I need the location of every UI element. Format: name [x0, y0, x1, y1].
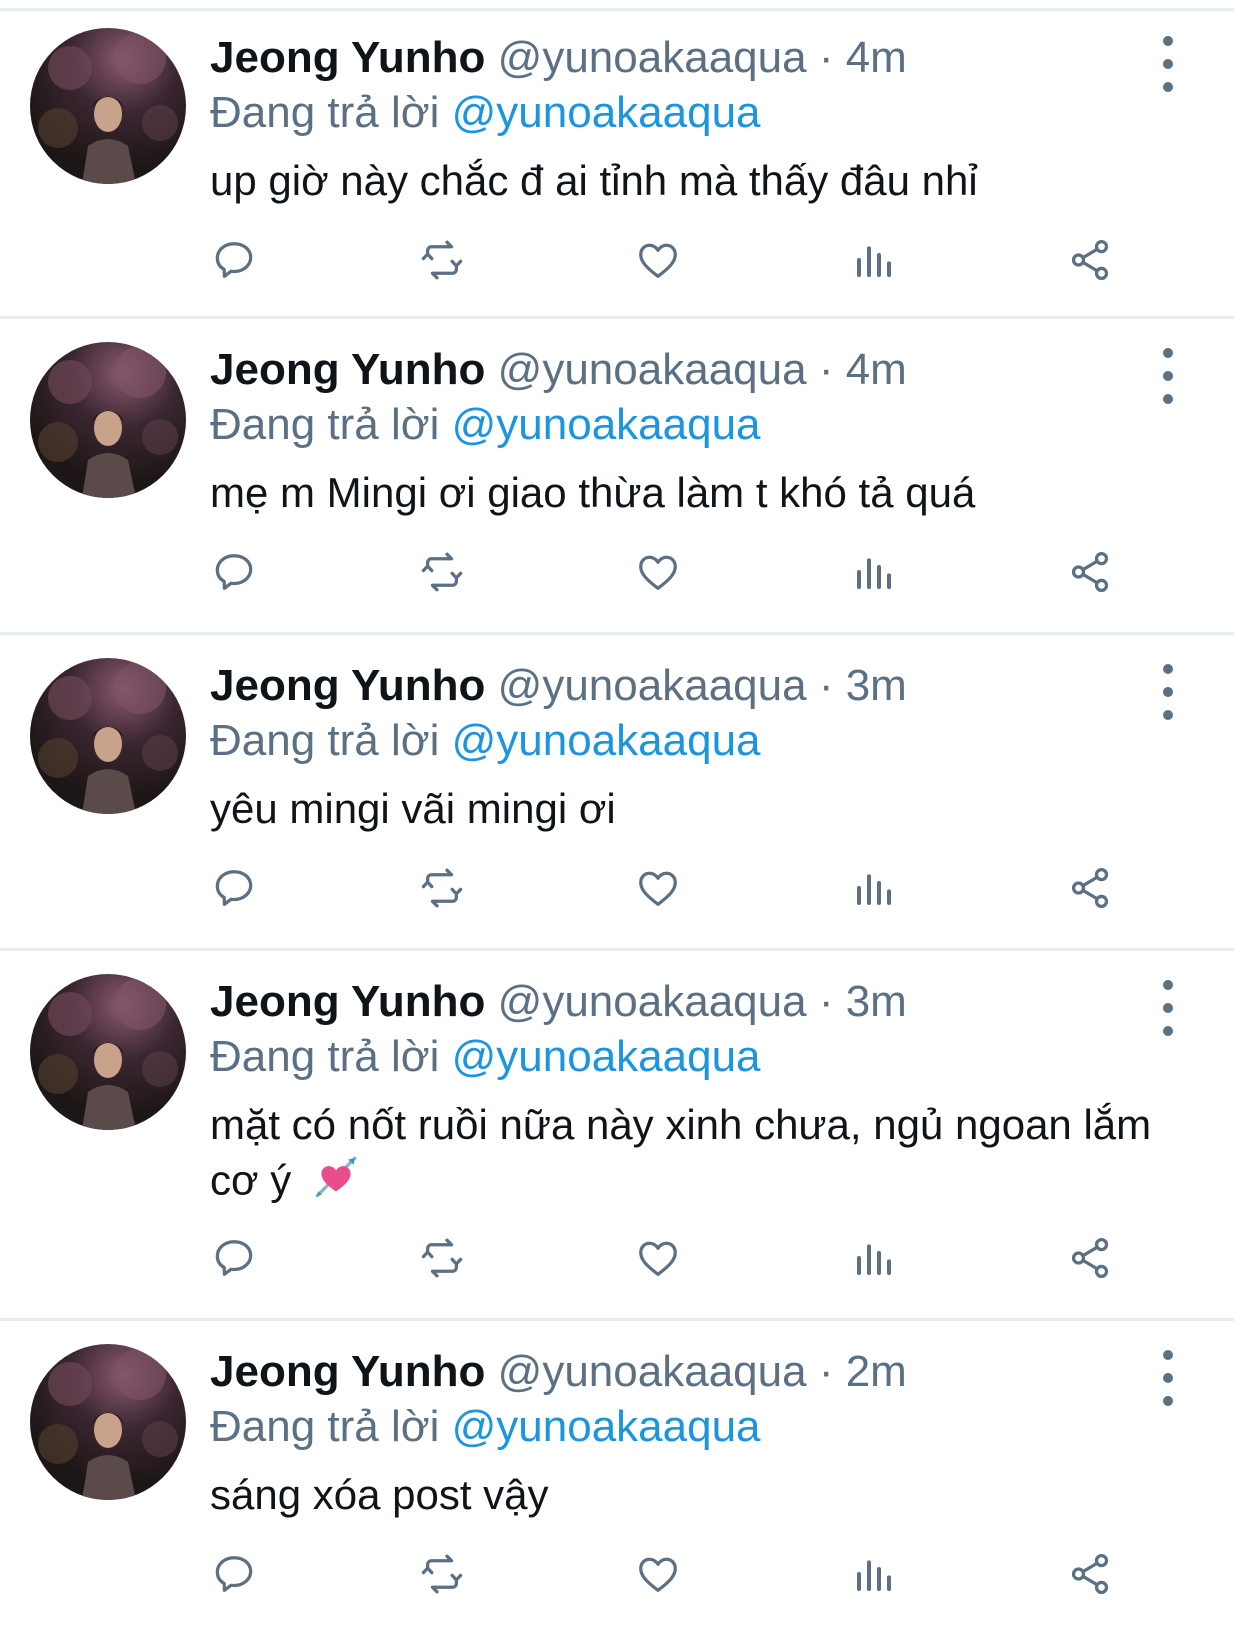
- reply-mention-link[interactable]: @yunoakaaqua: [452, 88, 761, 137]
- avatar[interactable]: [30, 974, 186, 1130]
- tweet-actions: [0, 1546, 1234, 1602]
- tweet-text: mẹ m Mingi ơi giao thừa làm t khó tả quá: [210, 469, 976, 516]
- separator: ·: [818, 977, 834, 1026]
- like-icon[interactable]: [630, 232, 686, 288]
- reply-prefix: Đang trả lời: [210, 400, 440, 449]
- tweet-actions: [0, 1230, 1234, 1286]
- tweet-actions: [0, 232, 1234, 288]
- author-handle[interactable]: @yunoakaaqua: [498, 33, 807, 82]
- reply-mention-link[interactable]: @yunoakaaqua: [452, 1402, 761, 1451]
- analytics-icon[interactable]: [846, 1546, 902, 1602]
- share-icon[interactable]: [1062, 1230, 1118, 1286]
- tweet[interactable]: Jeong Yunho @yunoakaaqua · 3m Đang trả l…: [0, 950, 1234, 1318]
- more-options-icon[interactable]: [1158, 664, 1178, 720]
- avatar[interactable]: [30, 1344, 186, 1500]
- more-options-icon[interactable]: [1158, 36, 1178, 92]
- replying-to: Đang trả lời @yunoakaaqua: [210, 86, 1170, 140]
- tweet-text: up giờ này chắc đ ai tỉnh mà thấy đâu nh…: [210, 157, 978, 204]
- analytics-icon[interactable]: [846, 544, 902, 600]
- like-icon[interactable]: [630, 860, 686, 916]
- tweet-header: Jeong Yunho @yunoakaaqua · 2m: [210, 1344, 1170, 1400]
- reply-icon[interactable]: [206, 232, 262, 288]
- tweet-header: Jeong Yunho @yunoakaaqua · 3m: [210, 974, 1170, 1030]
- author-handle[interactable]: @yunoakaaqua: [498, 977, 807, 1026]
- author-handle[interactable]: @yunoakaaqua: [498, 345, 807, 394]
- timestamp[interactable]: 3m: [846, 977, 907, 1026]
- tweet-actions: [0, 860, 1234, 916]
- tweet-text: sáng xóa post vậy: [210, 1471, 549, 1518]
- replying-to: Đang trả lời @yunoakaaqua: [210, 714, 1170, 768]
- tweet-text: yêu mingi vãi mingi ơi: [210, 785, 616, 832]
- author-handle[interactable]: @yunoakaaqua: [498, 661, 807, 710]
- author-name[interactable]: Jeong Yunho: [210, 661, 485, 710]
- tweet-content: Jeong Yunho @yunoakaaqua · 4m Đang trả l…: [210, 30, 1170, 208]
- timestamp[interactable]: 3m: [846, 661, 907, 710]
- more-options-icon[interactable]: [1158, 980, 1178, 1036]
- reply-mention-link[interactable]: @yunoakaaqua: [452, 716, 761, 765]
- share-icon[interactable]: [1062, 232, 1118, 288]
- tweet-feed: Jeong Yunho @yunoakaaqua · 4m Đang trả l…: [0, 0, 1234, 1634]
- share-icon[interactable]: [1062, 860, 1118, 916]
- retweet-icon[interactable]: [414, 1230, 470, 1286]
- tweet[interactable]: Jeong Yunho @yunoakaaqua · 4m Đang trả l…: [0, 318, 1234, 632]
- retweet-icon[interactable]: [414, 860, 470, 916]
- reply-icon[interactable]: [206, 544, 262, 600]
- tweet-actions: [0, 544, 1234, 600]
- author-handle[interactable]: @yunoakaaqua: [498, 1347, 807, 1396]
- reply-prefix: Đang trả lời: [210, 88, 440, 137]
- timestamp[interactable]: 4m: [846, 345, 907, 394]
- reply-prefix: Đang trả lời: [210, 716, 440, 765]
- more-options-icon[interactable]: [1158, 1350, 1178, 1406]
- separator: ·: [818, 1347, 834, 1396]
- retweet-icon[interactable]: [414, 1546, 470, 1602]
- timestamp[interactable]: 4m: [846, 33, 907, 82]
- tweet[interactable]: Jeong Yunho @yunoakaaqua · 3m Đang trả l…: [0, 634, 1234, 948]
- avatar[interactable]: [30, 28, 186, 184]
- like-icon[interactable]: [630, 1546, 686, 1602]
- tweet-header: Jeong Yunho @yunoakaaqua · 3m: [210, 658, 1170, 714]
- tweet-text: mặt có nốt ruồi nữa này xinh chưa, ngủ n…: [210, 1098, 1170, 1215]
- author-name[interactable]: Jeong Yunho: [210, 1347, 485, 1396]
- heart-with-arrow-icon: [311, 1152, 361, 1215]
- reply-prefix: Đang trả lời: [210, 1402, 440, 1451]
- like-icon[interactable]: [630, 1230, 686, 1286]
- tweet-content: Jeong Yunho @yunoakaaqua · 3m Đang trả l…: [210, 974, 1170, 1215]
- reply-mention-link[interactable]: @yunoakaaqua: [452, 400, 761, 449]
- avatar[interactable]: [30, 342, 186, 498]
- reply-icon[interactable]: [206, 1230, 262, 1286]
- separator: ·: [818, 33, 834, 82]
- more-options-icon[interactable]: [1158, 348, 1178, 404]
- tweet-content: Jeong Yunho @yunoakaaqua · 4m Đang trả l…: [210, 342, 1170, 520]
- share-icon[interactable]: [1062, 1546, 1118, 1602]
- tweet[interactable]: Jeong Yunho @yunoakaaqua · 4m Đang trả l…: [0, 10, 1234, 316]
- author-name[interactable]: Jeong Yunho: [210, 977, 485, 1026]
- share-icon[interactable]: [1062, 544, 1118, 600]
- like-icon[interactable]: [630, 544, 686, 600]
- tweet-header: Jeong Yunho @yunoakaaqua · 4m: [210, 342, 1170, 398]
- replying-to: Đang trả lời @yunoakaaqua: [210, 398, 1170, 452]
- tweet[interactable]: Jeong Yunho @yunoakaaqua · 2m Đang trả l…: [0, 1320, 1234, 1634]
- tweet-header: Jeong Yunho @yunoakaaqua · 4m: [210, 30, 1170, 86]
- replying-to: Đang trả lời @yunoakaaqua: [210, 1400, 1170, 1454]
- reply-icon[interactable]: [206, 860, 262, 916]
- retweet-icon[interactable]: [414, 544, 470, 600]
- separator: ·: [818, 345, 834, 394]
- analytics-icon[interactable]: [846, 860, 902, 916]
- separator: ·: [818, 661, 834, 710]
- timestamp[interactable]: 2m: [846, 1347, 907, 1396]
- analytics-icon[interactable]: [846, 232, 902, 288]
- analytics-icon[interactable]: [846, 1230, 902, 1286]
- retweet-icon[interactable]: [414, 232, 470, 288]
- author-name[interactable]: Jeong Yunho: [210, 345, 485, 394]
- replying-to: Đang trả lời @yunoakaaqua: [210, 1030, 1170, 1084]
- tweet-content: Jeong Yunho @yunoakaaqua · 2m Đang trả l…: [210, 1344, 1170, 1522]
- avatar[interactable]: [30, 658, 186, 814]
- reply-prefix: Đang trả lời: [210, 1032, 440, 1081]
- author-name[interactable]: Jeong Yunho: [210, 33, 485, 82]
- reply-mention-link[interactable]: @yunoakaaqua: [452, 1032, 761, 1081]
- reply-icon[interactable]: [206, 1546, 262, 1602]
- tweet-content: Jeong Yunho @yunoakaaqua · 3m Đang trả l…: [210, 658, 1170, 836]
